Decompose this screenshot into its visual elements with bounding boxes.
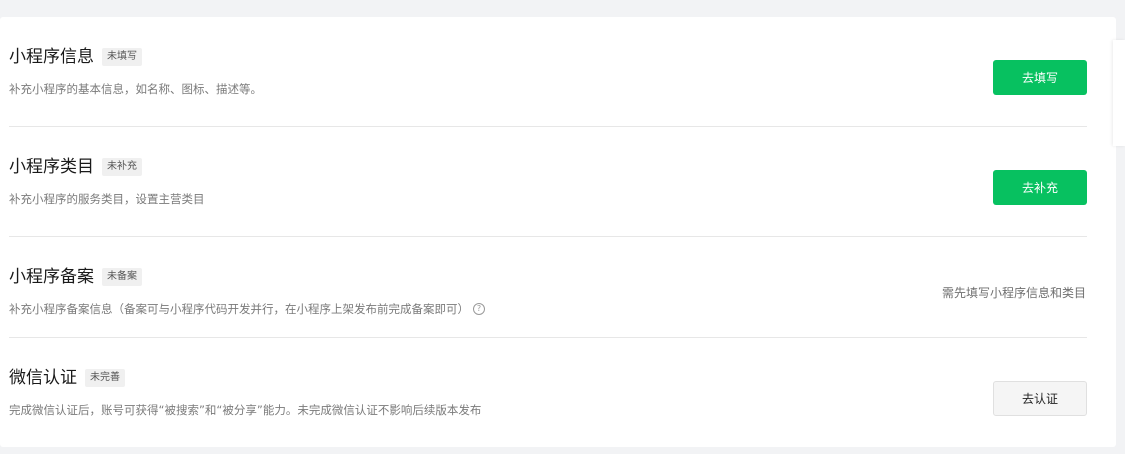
section-title: 小程序备案 — [9, 267, 94, 287]
side-panel-edge — [1113, 40, 1125, 146]
add-category-button[interactable]: 去补充 — [993, 170, 1087, 205]
page: 小程序信息 未填写 补充小程序的基本信息，如名称、图标、描述等。 去填写 小程序… — [0, 0, 1125, 454]
section-mini-program-category: 小程序类目 未补充 补充小程序的服务类目，设置主营类目 去补充 — [0, 127, 1116, 235]
status-badge: 未填写 — [102, 48, 142, 66]
description-text: 补充小程序备案信息（备案可与小程序代码开发并行，在小程序上架发布前完成备案即可） — [9, 302, 469, 316]
section-title: 微信认证 — [9, 368, 77, 388]
status-badge: 未备案 — [102, 268, 142, 286]
description-text: 完成微信认证后，账号可获得“被搜索”和“被分享”能力。未完成微信认证不影响后续版… — [9, 403, 482, 417]
section-header: 微信认证 未完善 — [9, 367, 125, 389]
section-description: 完成微信认证后，账号可获得“被搜索”和“被分享”能力。未完成微信认证不影响后续版… — [9, 402, 481, 418]
question-circle-icon[interactable]: ? — [473, 303, 485, 315]
section-title: 小程序类目 — [9, 157, 94, 177]
description-text: 补充小程序的服务类目，设置主营类目 — [9, 192, 205, 206]
fill-info-button[interactable]: 去填写 — [993, 60, 1087, 95]
status-badge: 未补充 — [102, 158, 142, 176]
status-badge: 未完善 — [85, 369, 125, 387]
status-note: 需先填写小程序信息和类目 — [941, 286, 1086, 300]
section-mini-program-filing: 小程序备案 未备案 补充小程序备案信息（备案可与小程序代码开发并行，在小程序上架… — [0, 237, 1116, 345]
section-description: 补充小程序的服务类目，设置主营类目 — [9, 191, 205, 207]
verify-button[interactable]: 去认证 — [993, 381, 1087, 416]
section-mini-program-info: 小程序信息 未填写 补充小程序的基本信息，如名称、图标、描述等。 去填写 — [0, 17, 1116, 125]
setup-card: 小程序信息 未填写 补充小程序的基本信息，如名称、图标、描述等。 去填写 小程序… — [0, 17, 1116, 447]
section-header: 小程序信息 未填写 — [9, 46, 142, 68]
section-header: 小程序类目 未补充 — [9, 156, 142, 178]
section-description: 补充小程序备案信息（备案可与小程序代码开发并行，在小程序上架发布前完成备案即可）… — [9, 301, 485, 317]
section-header: 小程序备案 未备案 — [9, 266, 142, 288]
section-wechat-verification: 微信认证 未完善 完成微信认证后，账号可获得“被搜索”和“被分享”能力。未完成微… — [0, 338, 1116, 446]
description-text: 补充小程序的基本信息，如名称、图标、描述等。 — [9, 82, 262, 96]
section-description: 补充小程序的基本信息，如名称、图标、描述等。 — [9, 81, 262, 97]
section-title: 小程序信息 — [9, 47, 94, 67]
